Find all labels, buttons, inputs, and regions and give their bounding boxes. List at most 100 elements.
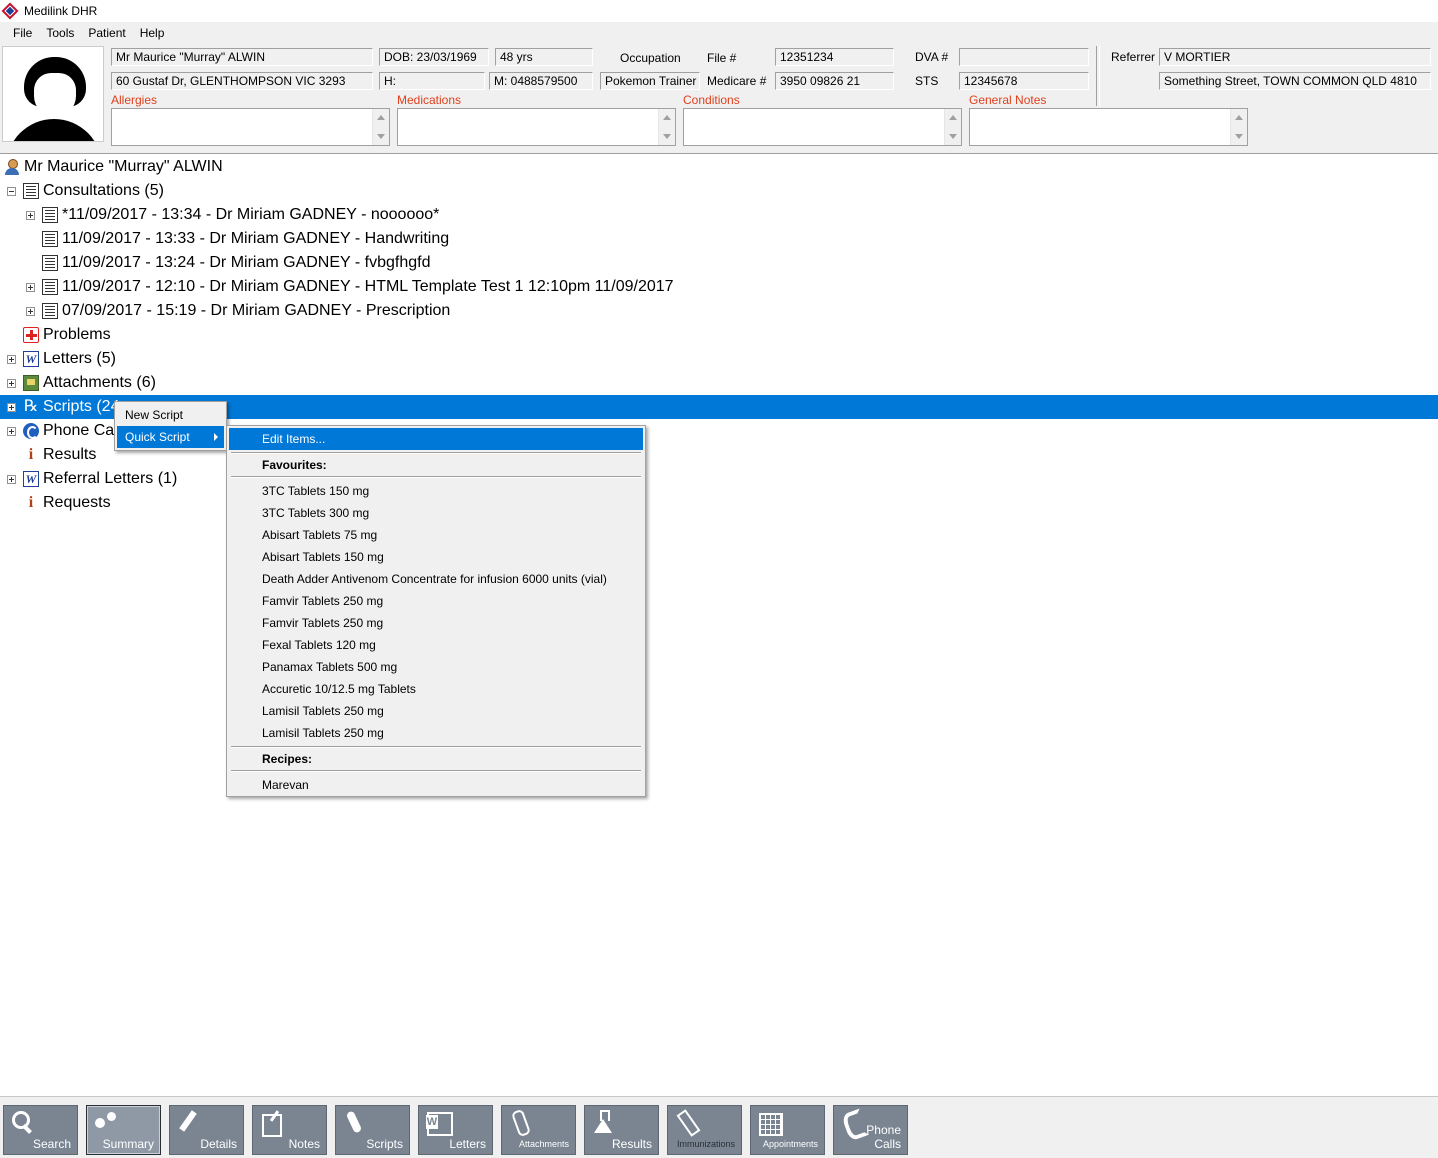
button-label: Letters [449,1137,486,1151]
details-button[interactable]: Details [169,1105,244,1155]
age-field[interactable]: 48 yrs [495,48,593,66]
conditions-scrollbar[interactable] [944,109,961,145]
search-icon [10,1110,34,1134]
patient-address-field[interactable]: 60 Gustaf Dr, GLENTHOMPSON VIC 3293 [111,72,373,90]
consultation-icon [42,231,58,247]
tree-item-consultations[interactable]: Consultations (5) [0,179,1438,203]
referrer-address-field[interactable]: Something Street, TOWN COMMON QLD 4810 [1159,72,1431,90]
menu-patient[interactable]: Patient [81,22,132,44]
results-button[interactable]: Results [584,1105,659,1155]
dob-field[interactable]: DOB: 23/03/1969 [379,48,489,66]
scripts-button[interactable]: Scripts [335,1105,410,1155]
expand-icon[interactable] [7,427,16,436]
sts-field[interactable]: 12345678 [959,72,1089,90]
dva-field[interactable] [959,48,1089,66]
appointments-button[interactable]: Appointments [750,1105,825,1155]
medications-label: Medications [397,93,462,107]
general-notes-scrollbar[interactable] [1230,109,1247,145]
tree-item-attachments[interactable]: Attachments (6) [0,371,1438,395]
recipe-item[interactable]: Marevan [229,774,643,796]
header-divider [1096,46,1100,106]
tree-item-consult[interactable]: *11/09/2017 - 13:34 - Dr Miriam GADNEY -… [0,203,1438,227]
general-notes-textbox[interactable] [969,108,1248,146]
favourite-item[interactable]: Abisart Tablets 75 mg [229,524,643,546]
conditions-textbox[interactable] [683,108,962,146]
menu-item-edit-items[interactable]: Edit Items... [229,428,643,450]
tree-item-consult[interactable]: 11/09/2017 - 13:24 - Dr Miriam GADNEY - … [0,251,1438,275]
medilink-logo-icon [1,2,19,20]
expand-icon[interactable] [7,379,16,388]
button-label: Calls [874,1137,901,1151]
notes-icon [259,1110,283,1137]
phone-icon [840,1110,864,1134]
favourite-item[interactable]: Death Adder Antivenom Concentrate for in… [229,568,643,590]
file-number-field[interactable]: 12351234 [775,48,894,66]
tree-item-letters[interactable]: W Letters (5) [0,347,1438,371]
medications-textbox[interactable] [397,108,676,146]
favourite-item[interactable]: Famvir Tablets 250 mg [229,612,643,634]
favourite-item[interactable]: Panamax Tablets 500 mg [229,656,643,678]
allergies-textbox[interactable] [111,108,390,146]
phone-calls-button[interactable]: Phone Calls [833,1105,908,1155]
search-button[interactable]: Search [3,1105,78,1155]
favourite-item[interactable]: 3TC Tablets 300 mg [229,502,643,524]
tree-item-label: 07/09/2017 - 15:19 - Dr Miriam GADNEY - … [62,302,451,319]
favourite-item[interactable]: Abisart Tablets 150 mg [229,546,643,568]
tree-item-consult[interactable]: 11/09/2017 - 13:33 - Dr Miriam GADNEY - … [0,227,1438,251]
patient-avatar [2,46,104,142]
patient-name-field[interactable]: Mr Maurice "Murray" ALWIN [111,48,373,66]
patient-icon [4,159,20,175]
summary-button[interactable]: Summary [86,1105,161,1155]
home-phone-field[interactable]: H: [379,72,485,90]
menu-tools[interactable]: Tools [39,22,81,44]
attachments-button[interactable]: Attachments [501,1105,576,1155]
expand-icon[interactable] [26,211,35,220]
menu-help[interactable]: Help [133,22,172,44]
favourite-item[interactable]: Fexal Tablets 120 mg [229,634,643,656]
bottom-toolbar: Search Summary Details Notes Scripts Let… [0,1096,1438,1158]
favourite-item[interactable]: Lamisil Tablets 250 mg [229,722,643,744]
menu-file[interactable]: File [6,22,39,44]
expand-icon[interactable] [26,307,35,316]
menu-item-quick-script[interactable]: Quick Script [117,426,224,448]
conditions-label: Conditions [683,93,740,107]
tree-item-label: Letters (5) [43,350,116,367]
occupation-label: Occupation [620,51,681,65]
tree-item-problems[interactable]: Problems [0,323,1438,347]
favourites-heading: Favourites: [262,458,327,472]
favourite-item[interactable]: 3TC Tablets 150 mg [229,480,643,502]
expand-icon[interactable] [7,355,16,364]
notes-button[interactable]: Notes [252,1105,327,1155]
button-label: Appointments [762,1139,818,1149]
collapse-icon[interactable] [7,187,16,196]
immunizations-button[interactable]: Immunizations [667,1105,742,1155]
occupation-field[interactable]: Pokemon Trainer [600,72,700,90]
expand-icon[interactable] [7,403,16,412]
tree-item-consult[interactable]: 11/09/2017 - 12:10 - Dr Miriam GADNEY - … [0,275,1438,299]
favourite-item[interactable]: Accuretic 10/12.5 mg Tablets [229,678,643,700]
tree-item-label: Results [43,446,97,463]
allergies-scrollbar[interactable] [372,109,389,145]
favourite-item[interactable]: Lamisil Tablets 250 mg [229,700,643,722]
tree-item-requests[interactable]: i Requests [0,491,1438,515]
patient-record-tree[interactable]: Mr Maurice "Murray" ALWIN Consultations … [0,155,1438,1095]
tree-item-consult[interactable]: 07/09/2017 - 15:19 - Dr Miriam GADNEY - … [0,299,1438,323]
word-document-icon [425,1110,453,1136]
tree-root-patient[interactable]: Mr Maurice "Murray" ALWIN [0,155,1438,179]
tree-item-referral-letters[interactable]: W Referral Letters (1) [0,467,1438,491]
pencil-icon [176,1110,200,1134]
submenu-arrow-icon [214,433,218,441]
medications-scrollbar[interactable] [658,109,675,145]
scripts-context-menu: New Script Quick Script [114,401,227,451]
button-label: Notes [288,1137,320,1151]
favourite-item[interactable]: Famvir Tablets 250 mg [229,590,643,612]
recipes-heading: Recipes: [262,752,313,766]
medicare-field[interactable]: 3950 09826 21 [775,72,894,90]
expand-icon[interactable] [7,475,16,484]
expand-icon[interactable] [26,283,35,292]
medicare-label: Medicare # [707,74,767,88]
menu-item-new-script[interactable]: New Script [117,404,224,426]
mobile-phone-field[interactable]: M: 0488579500 [489,72,593,90]
letters-button[interactable]: Letters [418,1105,493,1155]
referrer-field[interactable]: V MORTIER [1159,48,1431,66]
